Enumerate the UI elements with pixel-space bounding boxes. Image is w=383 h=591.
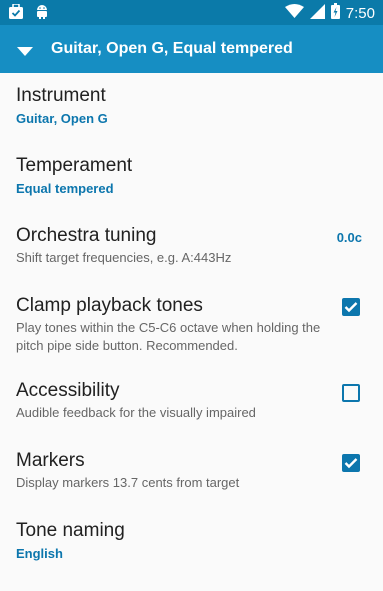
accessibility-checkbox[interactable]: [342, 384, 360, 402]
pref-title: Instrument: [16, 85, 106, 106]
pref-summary: Shift target frequencies, e.g. A:443Hz: [16, 250, 232, 265]
clock: 7:50: [345, 4, 375, 22]
instrument-preference[interactable]: Instrument Guitar, Open G: [0, 73, 383, 143]
markers-preference[interactable]: Markers Display markers 13.7 cents from …: [0, 438, 383, 508]
pref-value: Equal tempered: [16, 181, 114, 196]
briefcase-check-icon: [9, 3, 23, 24]
pref-title: Orchestra tuning: [16, 225, 157, 246]
markers-checkbox[interactable]: [342, 454, 360, 472]
system-indicators: 7:50: [284, 3, 375, 24]
pref-value: English: [16, 546, 63, 561]
clamp-playback-tones-checkbox[interactable]: [342, 298, 360, 316]
temperament-preference[interactable]: Temperament Equal tempered: [0, 143, 383, 213]
clamp-playback-tones-preference[interactable]: Clamp playback tones Play tones within t…: [0, 283, 383, 368]
pref-summary: Display markers 13.7 cents from target: [16, 475, 240, 490]
pref-title: Clamp playback tones: [16, 295, 203, 316]
orchestra-tuning-preference[interactable]: Orchestra tuning Shift target frequencie…: [0, 213, 383, 283]
accessibility-preference[interactable]: Accessibility Audible feedback for the v…: [0, 368, 383, 438]
notification-icons: [9, 3, 49, 24]
pref-title: Temperament: [16, 155, 133, 176]
tone-naming-preference[interactable]: Tone naming English: [0, 508, 383, 578]
pref-summary: Audible feedback for the visually impair…: [16, 405, 256, 420]
dropdown-triangle-icon[interactable]: [17, 44, 33, 56]
orchestra-tuning-value: 0.0c: [336, 230, 362, 245]
signal-icon: [309, 3, 325, 24]
pref-title: Accessibility: [16, 380, 120, 401]
wifi-icon: [284, 4, 304, 23]
android-icon: [35, 4, 49, 24]
pref-title: Markers: [16, 450, 85, 471]
pref-value: Guitar, Open G: [16, 111, 108, 126]
battery-charging-icon: [330, 3, 340, 24]
app-bar-title[interactable]: Guitar, Open G, Equal tempered: [51, 40, 293, 58]
app-bar: Guitar, Open G, Equal tempered: [0, 25, 383, 73]
pref-title: Tone naming: [16, 520, 125, 541]
pref-summary: Play tones within the C5-C6 octave when …: [16, 320, 321, 353]
status-bar: 7:50: [0, 0, 383, 25]
